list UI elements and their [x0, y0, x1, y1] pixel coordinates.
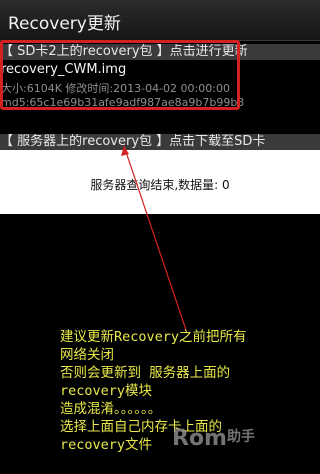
arrow-line: [123, 145, 187, 331]
annotation-line: 造成混淆。。。。。。: [60, 401, 162, 417]
watermark-text: Rom: [172, 426, 227, 451]
watermark-logo: Rom助手: [172, 426, 255, 451]
annotation-line: 否则会更新到 服务器上面的: [60, 365, 231, 381]
annotation-line: 建议更新Recovery之前把所有: [60, 329, 247, 345]
watermark-sub: 助手: [226, 429, 255, 445]
annotation-line: recovery模块: [60, 383, 153, 399]
annotation-line: 网络关闭: [60, 347, 114, 363]
